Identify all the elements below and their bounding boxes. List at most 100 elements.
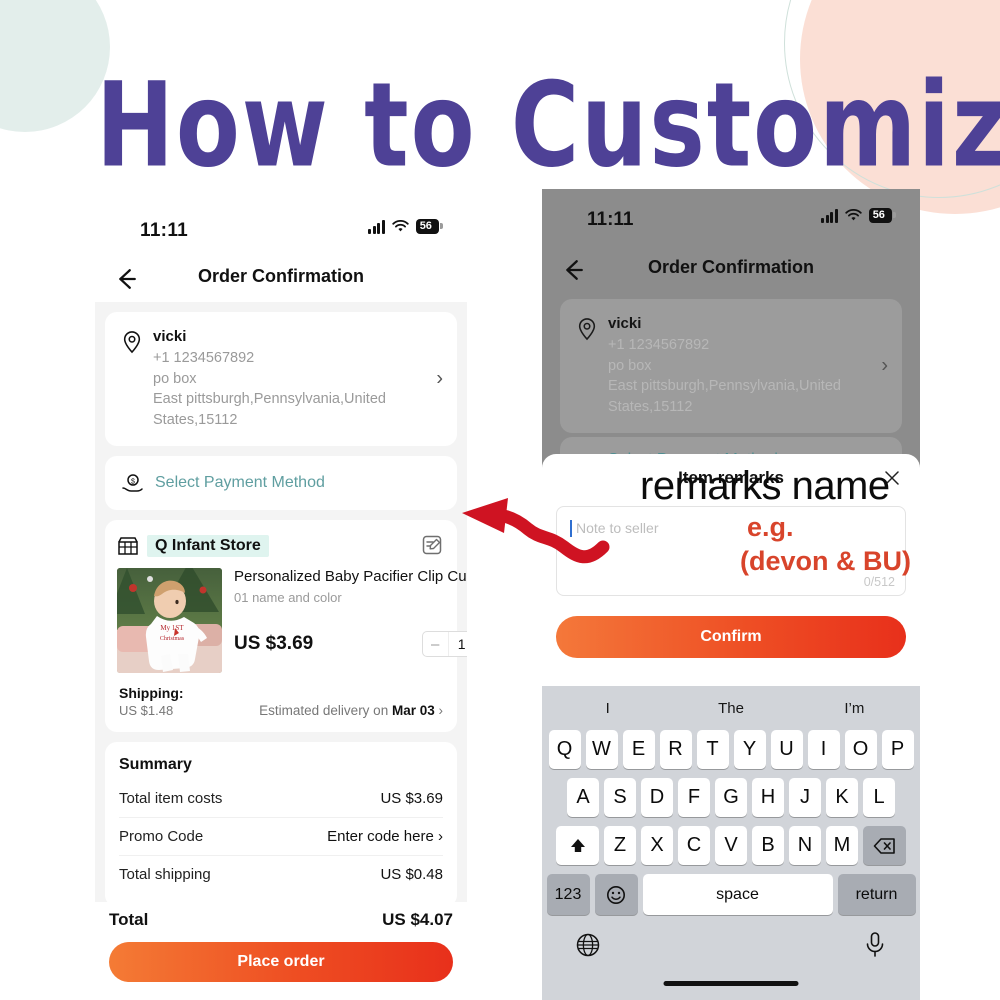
key-e[interactable]: E [622,730,655,769]
summary-card: Summary Total item costs US $3.69 Promo … [105,742,457,908]
prediction-bar: I The I’m [546,686,916,730]
address-line-1: po box [608,357,652,374]
store-header[interactable]: Q Infant Store [117,532,445,560]
left-phone-screen: 11:11 56 Order Confirmation vicki +1 123… [95,200,467,1000]
shipping-label: Shipping: [119,685,184,702]
address-card[interactable]: vicki +1 1234567892 po box East pittsbur… [105,312,457,447]
svg-text:$: $ [131,479,135,486]
key-c[interactable]: C [678,826,710,865]
key-w[interactable]: W [585,730,618,769]
product-title: Personalized Baby Pacifier Clip Custo… [234,568,467,586]
payment-method-label: Select Payment Method [155,474,325,492]
summary-label: Total shipping [119,866,211,884]
keyboard-row-3: Z X C V B N M [546,826,916,865]
location-pin-icon [123,331,141,354]
page-heading: Order Confirmation [647,257,814,277]
checkout-footer: Total US $4.07 Place order [95,902,467,1000]
location-pin-icon [578,318,596,341]
annotation-remarks-name: remarks name [640,464,890,508]
onscreen-keyboard: I The I’m Q W E R T Y U I O P A S D F G … [542,686,920,1000]
key-i[interactable]: I [807,730,840,769]
app-bar: Order Confirmation [542,247,920,293]
key-n[interactable]: N [789,826,821,865]
status-bar: 11:11 56 [542,189,920,247]
key-r[interactable]: R [659,730,692,769]
key-t[interactable]: T [696,730,729,769]
chevron-right-icon: › [881,354,888,377]
key-v[interactable]: V [715,826,747,865]
key-h[interactable]: H [752,778,784,817]
key-u[interactable]: U [770,730,803,769]
store-card: Q Infant Store My 1ST Christmas Personal… [105,520,467,733]
microphone-icon[interactable] [862,930,888,960]
numbers-key[interactable]: 123 [546,874,590,915]
payment-hand-coin-icon: $ [122,474,143,493]
total-label: Total [109,910,149,929]
total-value: US $4.07 [382,910,453,929]
key-x[interactable]: X [641,826,673,865]
select-payment-method-row[interactable]: $ Select Payment Method [105,456,457,511]
key-j[interactable]: J [789,778,821,817]
shipping-eta: Estimated delivery on Mar 03 › [259,703,444,719]
quantity-stepper[interactable]: – 1 + [421,631,467,658]
decrease-quantity-button[interactable]: – [423,632,448,656]
store-name: Q Infant Store [147,535,269,558]
shift-up-arrow-icon[interactable] [556,826,599,865]
summary-value: US $0.48 [380,866,443,884]
key-f[interactable]: F [678,778,710,817]
edit-note-icon[interactable] [421,534,443,556]
summary-value: US $3.69 [380,790,443,808]
table-row[interactable]: Promo Code Enter code here › [119,817,443,855]
keyboard-row-4: 123 space return [546,874,916,915]
right-phone-screen: 11:11 56 Order Confirmation vicki +1 123… [542,189,920,1000]
space-key[interactable]: space [642,874,833,915]
status-icons: 56 [821,208,897,223]
address-line-1: po box [153,370,197,387]
promo-code-entry[interactable]: Enter code here › [327,828,443,845]
key-s[interactable]: S [604,778,636,817]
address-card: vicki +1 1234567892 po box East pittsbur… [560,299,902,434]
globe-language-icon[interactable] [574,931,602,959]
total-row: Total US $4.07 [109,910,453,930]
prediction-word[interactable]: I [546,700,669,717]
place-order-button[interactable]: Place order [109,942,453,982]
product-variant: 01 name and color [234,590,342,606]
scroll-content: vicki +1 1234567892 po box East pittsbur… [95,302,467,947]
key-g[interactable]: G [715,778,747,817]
shipping-row[interactable]: Shipping: US $1.48 Estimated delivery on… [117,673,445,732]
backspace-delete-icon[interactable] [863,826,906,865]
decorative-mint-circle [0,0,110,132]
home-indicator [663,981,799,986]
key-d[interactable]: D [641,778,673,817]
key-y[interactable]: Y [733,730,766,769]
prediction-word[interactable]: I’m [793,700,916,717]
recipient-name: vicki [608,315,642,332]
key-p[interactable]: P [881,730,914,769]
svg-text:My 1ST: My 1ST [160,624,184,632]
cellular-signal-icon [368,219,385,234]
key-k[interactable]: K [826,778,858,817]
wavy-left-arrow-icon [462,498,610,564]
address-line-3: States,15112 [153,411,238,428]
annotation-eg-label: e.g. [747,512,794,542]
confirm-button[interactable]: Confirm [556,616,906,658]
prediction-word[interactable]: The [669,700,792,717]
key-q[interactable]: Q [548,730,581,769]
chevron-right-icon: › [436,367,443,390]
emoji-smiley-icon[interactable] [594,874,638,915]
product-row[interactable]: My 1ST Christmas Personalized Baby Pacif… [117,568,467,674]
key-o[interactable]: O [844,730,877,769]
return-key[interactable]: return [837,874,916,915]
chevron-right-icon: › [438,703,444,719]
key-l[interactable]: L [863,778,895,817]
product-info: Personalized Baby Pacifier Clip Custo… 0… [222,568,467,673]
battery-indicator: 56 [415,219,444,234]
address-line-2: East pittsburgh,Pennsylvania,United [153,391,386,408]
product-image: My 1ST Christmas [117,568,222,674]
key-a[interactable]: A [567,778,599,817]
key-z[interactable]: Z [604,826,636,865]
key-b[interactable]: B [752,826,784,865]
status-time: 11:11 [140,220,188,241]
recipient-phone: +1 1234567892 [153,350,255,366]
key-m[interactable]: M [826,826,858,865]
